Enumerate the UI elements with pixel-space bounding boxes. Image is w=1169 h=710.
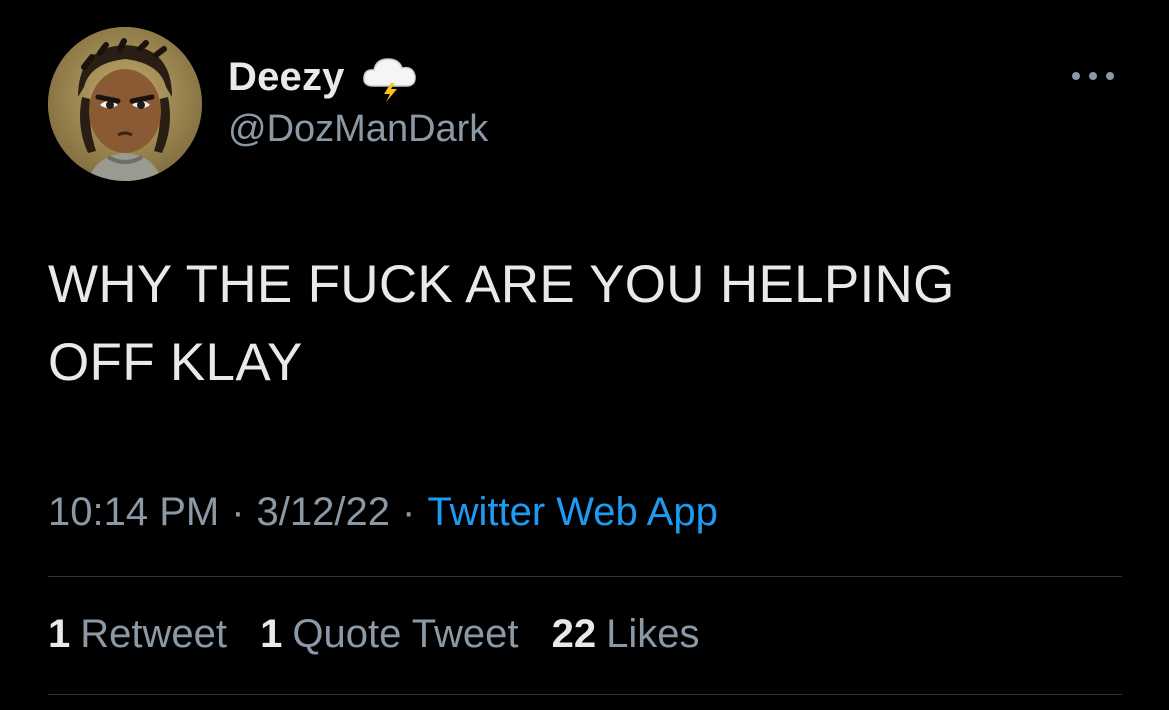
more-options-button[interactable] (1068, 62, 1118, 90)
tweet-text-line: OFF KLAY (48, 333, 303, 392)
divider (48, 694, 1122, 695)
tweet-text-line: WHY THE FUCK ARE YOU HELPING (48, 255, 955, 314)
display-name[interactable]: Deezy (228, 55, 345, 100)
tweet-detail: Deezy @DozManDark WHY THE FUCK ARE YOU H… (0, 0, 1169, 710)
avatar-image (48, 27, 202, 181)
separator-dot: · (231, 490, 245, 534)
cloud-with-lightning-icon (362, 58, 416, 102)
quote-tweets-label: Quote Tweet (292, 612, 519, 656)
tweet-text: WHY THE FUCK ARE YOU HELPING OFF KLAY (48, 246, 1128, 402)
likes-label: Likes (606, 612, 700, 656)
engagement-stats: 1 Retweet 1 Quote Tweet 22 Likes (48, 612, 721, 657)
avatar[interactable] (48, 27, 202, 181)
display-name-row: Deezy (228, 52, 488, 102)
retweets-stat[interactable]: 1 Retweet (48, 612, 227, 656)
retweets-label: Retweet (80, 612, 227, 656)
tweet-time[interactable]: 10:14 PM (48, 490, 219, 534)
quote-tweets-count: 1 (260, 612, 283, 656)
more-horizontal-icon (1072, 72, 1114, 80)
tweet-metadata: 10:14 PM · 3/12/22 · Twitter Web App (48, 490, 718, 535)
likes-stat[interactable]: 22 Likes (552, 612, 700, 656)
author-handle[interactable]: @DozManDark (228, 108, 488, 151)
divider (48, 576, 1122, 577)
retweets-count: 1 (48, 612, 71, 656)
author-info[interactable]: Deezy @DozManDark (228, 52, 488, 151)
tweet-date[interactable]: 3/12/22 (257, 490, 390, 534)
tweet-source-link[interactable]: Twitter Web App (427, 490, 718, 534)
separator-dot: · (402, 490, 416, 534)
quote-tweets-stat[interactable]: 1 Quote Tweet (260, 612, 518, 656)
likes-count: 22 (551, 612, 597, 656)
